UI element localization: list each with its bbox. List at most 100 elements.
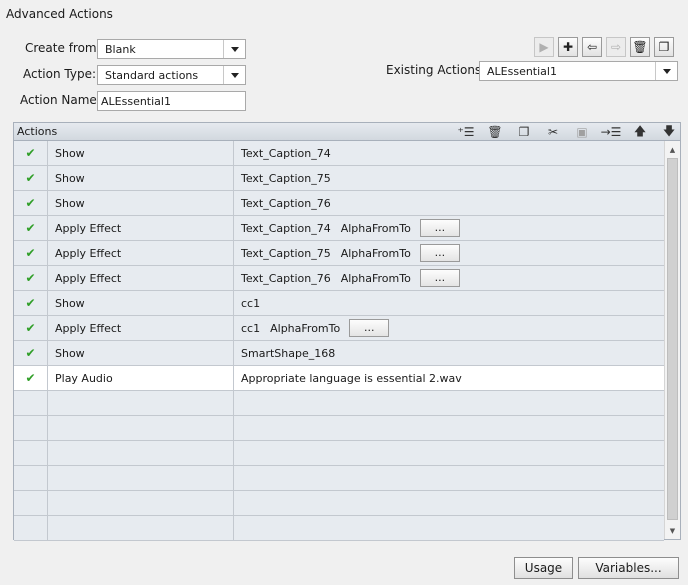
row-action-cell[interactable]: Apply Effect [48, 266, 234, 290]
checkmark-icon: ✔ [25, 146, 36, 160]
table-row[interactable]: ✔ Show Text_Caption_75 [14, 166, 664, 191]
table-row[interactable]: ✔ Show cc1 [14, 291, 664, 316]
export-icon[interactable]: ⇨ [606, 37, 626, 57]
action-name-label: Action Name: [20, 93, 101, 107]
row-action-cell[interactable]: Play Audio [48, 366, 234, 390]
action-type-label: Action Type: [23, 67, 97, 81]
row-target-cell[interactable]: Text_Caption_75 [234, 166, 664, 190]
effect-settings-button[interactable]: ... [419, 219, 460, 237]
row-action-cell[interactable]: Show [48, 341, 234, 365]
empty-row[interactable] [14, 416, 664, 441]
existing-actions-value: ALEssential1 [487, 65, 557, 78]
checkmark-icon: ✔ [25, 221, 36, 235]
vertical-scrollbar[interactable]: ▲ ▼ [664, 141, 680, 539]
chevron-down-icon[interactable] [655, 62, 677, 80]
checkmark-icon: ✔ [25, 321, 36, 335]
actions-panel: Actions ⁺☰ 🗑 ❐ ✂ ▣ →☰ 🡅 🡇 ✔ Show Text_Capt… [13, 122, 681, 541]
chevron-down-icon[interactable] [223, 66, 245, 84]
row-effect-label: AlphaFromTo [270, 322, 341, 335]
empty-row[interactable] [14, 516, 664, 541]
table-row[interactable]: ✔ Show Text_Caption_74 [14, 141, 664, 166]
empty-cell [14, 516, 48, 540]
window-title: Advanced Actions [6, 7, 113, 21]
empty-cell [48, 416, 234, 440]
effect-settings-button[interactable]: ... [419, 269, 460, 287]
empty-cell [14, 491, 48, 515]
delete-icon[interactable]: 🗑 [630, 37, 650, 57]
empty-row[interactable] [14, 466, 664, 491]
row-effect-label: AlphaFromTo [340, 247, 411, 260]
empty-cell [14, 441, 48, 465]
create-from-dropdown[interactable]: Blank [97, 39, 246, 59]
row-status-cell: ✔ [14, 191, 48, 215]
insert-below-icon[interactable]: →☰ [601, 124, 622, 140]
empty-row[interactable] [14, 391, 664, 416]
checkmark-icon: ✔ [25, 171, 36, 185]
row-target-cell[interactable]: Appropriate language is essential 2.wav [234, 366, 664, 390]
row-target-label: Text_Caption_75 [241, 172, 331, 185]
table-row[interactable]: ✔ Show Text_Caption_76 [14, 191, 664, 216]
effect-settings-button[interactable]: ... [349, 319, 390, 337]
row-action-cell[interactable]: Show [48, 141, 234, 165]
copy-row-icon[interactable]: ❐ [515, 124, 533, 140]
empty-cell [48, 516, 234, 540]
row-target-label: Appropriate language is essential 2.wav [241, 372, 462, 385]
row-target-cell[interactable]: cc1 [234, 291, 664, 315]
checkmark-icon: ✔ [25, 296, 36, 310]
empty-cell [14, 391, 48, 415]
row-target-label: Text_Caption_75 [241, 247, 331, 260]
scroll-down-icon[interactable]: ▼ [665, 523, 680, 538]
row-target-label: Text_Caption_76 [241, 197, 331, 210]
preview-icon[interactable]: ▶ [534, 37, 554, 57]
row-action-cell[interactable]: Apply Effect [48, 241, 234, 265]
table-row[interactable]: ✔ Play Audio Appropriate language is essen… [14, 366, 664, 391]
move-up-icon[interactable]: 🡅 [631, 124, 649, 140]
row-status-cell: ✔ [14, 166, 48, 190]
actions-header-label: Actions [17, 125, 58, 138]
row-action-cell[interactable]: Apply Effect [48, 216, 234, 240]
chevron-down-icon[interactable] [223, 40, 245, 58]
row-action-cell[interactable]: Show [48, 191, 234, 215]
row-action-cell[interactable]: Show [48, 291, 234, 315]
existing-actions-dropdown[interactable]: ALEssential1 [479, 61, 678, 81]
variables-button[interactable]: Variables... [578, 557, 679, 579]
empty-cell [48, 391, 234, 415]
duplicate-icon[interactable]: ❐ [654, 37, 674, 57]
paste-icon[interactable]: ▣ [573, 124, 591, 140]
empty-row[interactable] [14, 441, 664, 466]
table-row[interactable]: ✔ Apply Effect cc1 AlphaFromTo... [14, 316, 664, 341]
table-row[interactable]: ✔ Show SmartShape_168 [14, 341, 664, 366]
action-name-input[interactable]: ALEssential1 [97, 91, 246, 111]
delete-row-icon[interactable]: 🗑 [486, 124, 504, 140]
insert-row-icon[interactable]: ⁺☰ [457, 124, 475, 140]
cut-icon[interactable]: ✂ [544, 124, 562, 140]
table-row[interactable]: ✔ Apply Effect Text_Caption_76 AlphaFromTo.… [14, 266, 664, 291]
row-target-cell[interactable]: Text_Caption_74 [234, 141, 664, 165]
scrollbar-thumb[interactable] [667, 158, 678, 520]
action-type-dropdown[interactable]: Standard actions [97, 65, 246, 85]
row-action-cell[interactable]: Show [48, 166, 234, 190]
effect-settings-button[interactable]: ... [419, 244, 460, 262]
checkmark-icon: ✔ [25, 271, 36, 285]
row-target-cell[interactable]: SmartShape_168 [234, 341, 664, 365]
import-icon[interactable]: ⇦ [582, 37, 602, 57]
action-type-value: Standard actions [105, 69, 199, 82]
row-target-cell[interactable]: Text_Caption_76 [234, 191, 664, 215]
empty-cell [48, 491, 234, 515]
row-target-label: SmartShape_168 [241, 347, 336, 360]
row-target-label: cc1 [241, 297, 261, 310]
empty-cell [234, 466, 664, 490]
add-icon[interactable]: ✚ [558, 37, 578, 57]
row-effect-label: AlphaFromTo [340, 222, 411, 235]
empty-row[interactable] [14, 491, 664, 516]
row-target-cell[interactable]: cc1 AlphaFromTo [234, 316, 664, 340]
row-target-label: Text_Caption_74 [241, 222, 331, 235]
row-action-cell[interactable]: Apply Effect [48, 316, 234, 340]
row-status-cell: ✔ [14, 316, 48, 340]
table-row[interactable]: ✔ Apply Effect Text_Caption_75 AlphaFromTo.… [14, 241, 664, 266]
table-row[interactable]: ✔ Apply Effect Text_Caption_74 AlphaFromTo.… [14, 216, 664, 241]
checkmark-icon: ✔ [25, 246, 36, 260]
scroll-up-icon[interactable]: ▲ [665, 142, 680, 157]
move-down-icon[interactable]: 🡇 [660, 124, 678, 140]
usage-button[interactable]: Usage [514, 557, 573, 579]
